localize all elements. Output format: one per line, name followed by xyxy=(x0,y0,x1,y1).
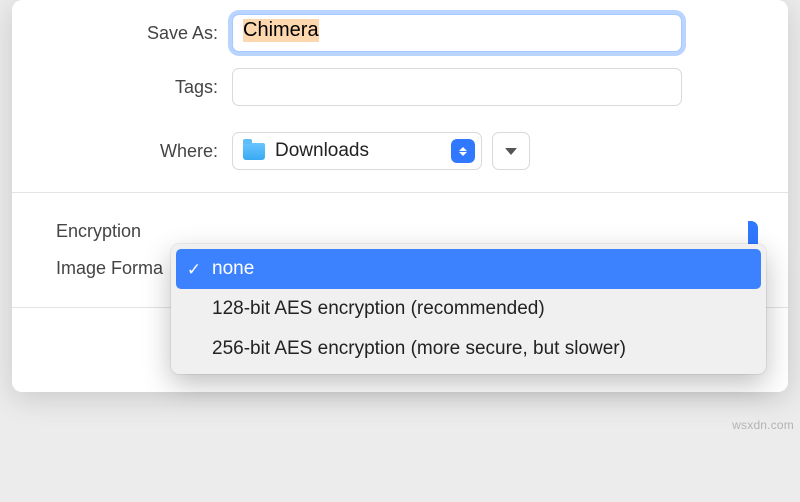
encryption-label: Encryption xyxy=(42,221,197,242)
save-as-value: Chimera xyxy=(243,19,319,42)
where-dropdown[interactable]: Downloads xyxy=(232,132,482,170)
top-section: Save As: Chimera Tags: Where: Downlo xyxy=(12,0,788,192)
tags-input[interactable] xyxy=(232,68,682,106)
expand-button[interactable] xyxy=(492,132,530,170)
encryption-option-128[interactable]: 128-bit AES encryption (recommended) xyxy=(176,289,761,329)
folder-icon xyxy=(243,143,265,160)
where-label: Where: xyxy=(42,141,232,162)
encryption-option-256[interactable]: 256-bit AES encryption (more secure, but… xyxy=(176,329,761,369)
chevron-down-icon xyxy=(505,148,517,155)
watermark: wsxdn.com xyxy=(732,418,794,432)
encryption-menu[interactable]: ✓ none 128-bit AES encryption (recommend… xyxy=(171,244,766,374)
encryption-option-label: none xyxy=(212,258,254,280)
save-as-label: Save As: xyxy=(42,23,232,44)
save-as-input[interactable]: Chimera xyxy=(232,14,682,52)
popup-arrows-icon xyxy=(451,139,475,163)
encryption-option-label: 128-bit AES encryption (recommended) xyxy=(212,298,545,320)
encryption-row: Encryption xyxy=(42,221,758,242)
encryption-option-label: 256-bit AES encryption (more secure, but… xyxy=(212,338,626,360)
save-as-row: Save As: Chimera xyxy=(42,14,758,52)
tags-row: Tags: xyxy=(42,68,758,106)
where-row: Where: Downloads xyxy=(42,132,758,170)
where-value: Downloads xyxy=(275,140,369,162)
check-icon: ✓ xyxy=(187,261,201,278)
tags-label: Tags: xyxy=(42,77,232,98)
encryption-option-none[interactable]: ✓ none xyxy=(176,249,761,289)
